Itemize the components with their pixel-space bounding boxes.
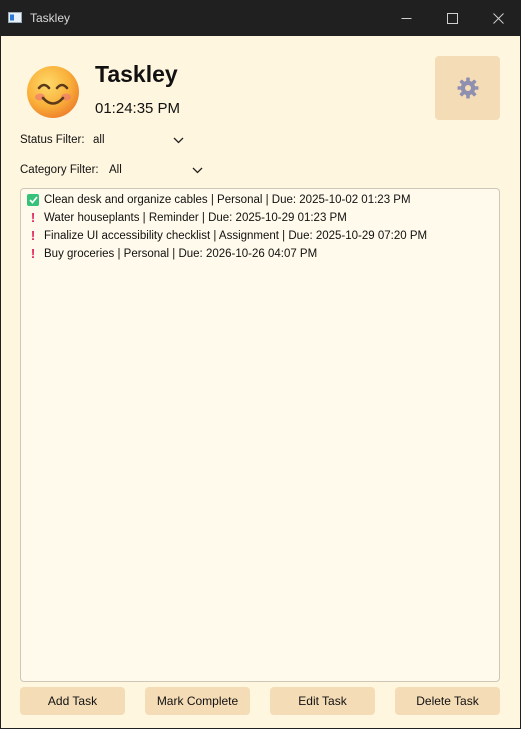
app-window: Taskley 01:24:35 PM Status Filter: all C — [1, 36, 520, 728]
task-text: Buy groceries | Personal | Due: 2026-10-… — [44, 248, 318, 260]
task-text: Clean desk and organize cables | Persona… — [44, 194, 411, 206]
close-button[interactable] — [475, 0, 521, 36]
add-task-button[interactable]: Add Task — [20, 687, 125, 715]
edit-task-button[interactable]: Edit Task — [270, 687, 375, 715]
gear-icon — [457, 77, 478, 99]
close-icon — [492, 12, 504, 24]
minimize-icon — [401, 17, 411, 19]
chevron-down-icon — [192, 167, 203, 174]
minimize-button[interactable] — [383, 0, 429, 36]
status-filter-label: Status Filter: — [20, 134, 85, 146]
settings-button[interactable] — [435, 56, 500, 120]
task-list[interactable]: Clean desk and organize cables | Persona… — [20, 188, 500, 682]
task-item[interactable]: Clean desk and organize cables | Persona… — [27, 191, 411, 209]
status-filter-value: all — [93, 134, 105, 146]
category-filter-label: Category Filter: — [20, 164, 99, 176]
smiling-face-icon — [27, 66, 79, 118]
mark-complete-button[interactable]: Mark Complete — [145, 687, 250, 715]
category-filter-select[interactable]: All — [109, 161, 205, 181]
maximize-icon — [446, 12, 458, 24]
title-bar: Taskley — [0, 0, 521, 36]
exclamation-icon: ! — [30, 228, 36, 243]
exclamation-icon: ! — [30, 210, 36, 225]
window-title: Taskley — [30, 11, 71, 25]
maximize-button[interactable] — [429, 0, 475, 36]
task-item[interactable]: ! Finalize UI accessibility checklist | … — [27, 227, 427, 245]
status-filter-select[interactable]: all — [93, 131, 189, 151]
chevron-down-icon — [173, 137, 184, 144]
exclamation-icon: ! — [30, 246, 36, 261]
task-text: Water houseplants | Reminder | Due: 2025… — [44, 212, 347, 224]
task-item[interactable]: ! Water houseplants | Reminder | Due: 20… — [27, 209, 347, 227]
check-box-icon — [27, 194, 39, 206]
category-filter-value: All — [109, 164, 122, 176]
app-icon — [8, 12, 22, 23]
task-item[interactable]: ! Buy groceries | Personal | Due: 2026-1… — [27, 245, 317, 263]
app-title: Taskley — [95, 61, 178, 87]
clock-display: 01:24:35 PM — [95, 100, 181, 117]
delete-task-button[interactable]: Delete Task — [395, 687, 500, 715]
task-text: Finalize UI accessibility checklist | As… — [44, 230, 428, 242]
